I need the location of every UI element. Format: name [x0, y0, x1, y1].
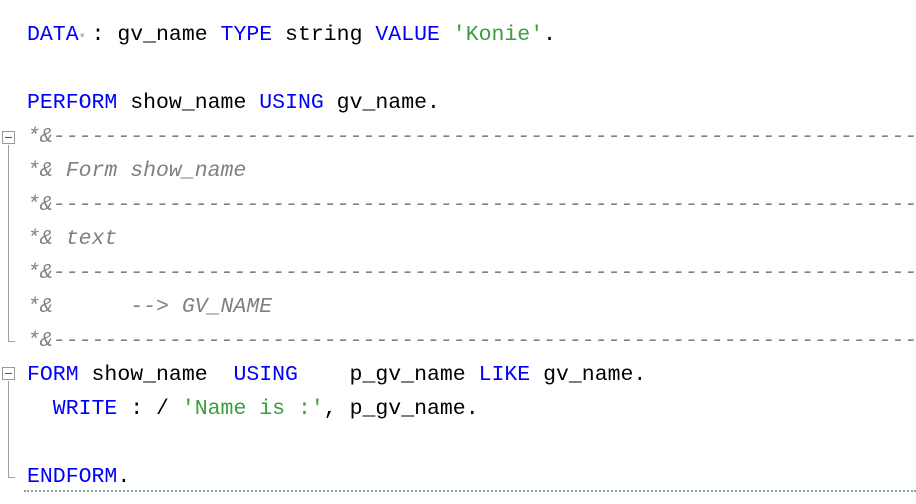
- comment-line: *& Form show_name: [27, 159, 247, 183]
- keyword: WRITE: [27, 397, 118, 421]
- string-literal: 'Konie': [439, 23, 544, 47]
- code-line: *: [27, 0, 916, 46]
- collapse-comment-block-icon[interactable]: [2, 131, 15, 144]
- code-line-write: WRITE : / 'Name is :', p_gv_name.: [27, 392, 916, 426]
- keyword: VALUE: [375, 23, 440, 47]
- fold-end: [8, 341, 15, 342]
- fold-end: [8, 477, 15, 478]
- keyword: ENDFORM: [27, 465, 118, 489]
- identifier: show_name: [78, 363, 234, 387]
- operator: :: [78, 23, 118, 47]
- comment-line: *&--------------------------------------…: [27, 329, 916, 353]
- fold-gutter: [0, 0, 24, 504]
- identifier: p_gv_name: [297, 363, 479, 387]
- comment-line: *&--------------------------------------…: [27, 125, 916, 149]
- keyword: USING: [233, 363, 298, 387]
- collapse-form-icon[interactable]: [2, 367, 15, 380]
- identifier: show_name: [117, 91, 260, 115]
- comment-line: *&--------------------------------------…: [27, 193, 916, 217]
- keyword: PERFORM: [27, 91, 118, 115]
- terminator: .: [117, 465, 131, 489]
- code-line: *: [27, 52, 916, 112]
- code-line-endform: ENDFORM.: [27, 460, 916, 494]
- identifier: , p_gv_name.: [323, 397, 479, 421]
- comment-line: *& text: [27, 227, 118, 251]
- code-line-perform: PERFORM show_name USING gv_name.: [27, 86, 916, 120]
- terminator: .: [543, 23, 557, 47]
- comment-line: *& --> GV_NAME: [27, 295, 273, 319]
- keyword: FORM: [27, 363, 79, 387]
- code-line-data-declaration: DATA : gv_name TYPE string VALUE 'Konie'…: [27, 18, 916, 52]
- keyword: TYPE: [220, 23, 273, 47]
- comment-line: *&--------------------------------------…: [27, 261, 916, 285]
- identifier: gv_name.: [323, 91, 440, 115]
- keyword: DATA: [27, 23, 79, 47]
- fold-line: [8, 145, 9, 341]
- code-line-form: FORM show_name USING p_gv_name LIKE gv_n…: [27, 358, 916, 392]
- string-literal: 'Name is :': [181, 397, 324, 421]
- keyword: LIKE: [478, 363, 531, 387]
- block-separator: [24, 490, 916, 492]
- fold-line: [8, 381, 9, 477]
- operator: : /: [117, 397, 182, 421]
- identifier: gv_name: [117, 23, 221, 47]
- identifier: gv_name.: [530, 363, 647, 387]
- keyword: USING: [259, 91, 324, 115]
- type-name: string: [272, 23, 376, 47]
